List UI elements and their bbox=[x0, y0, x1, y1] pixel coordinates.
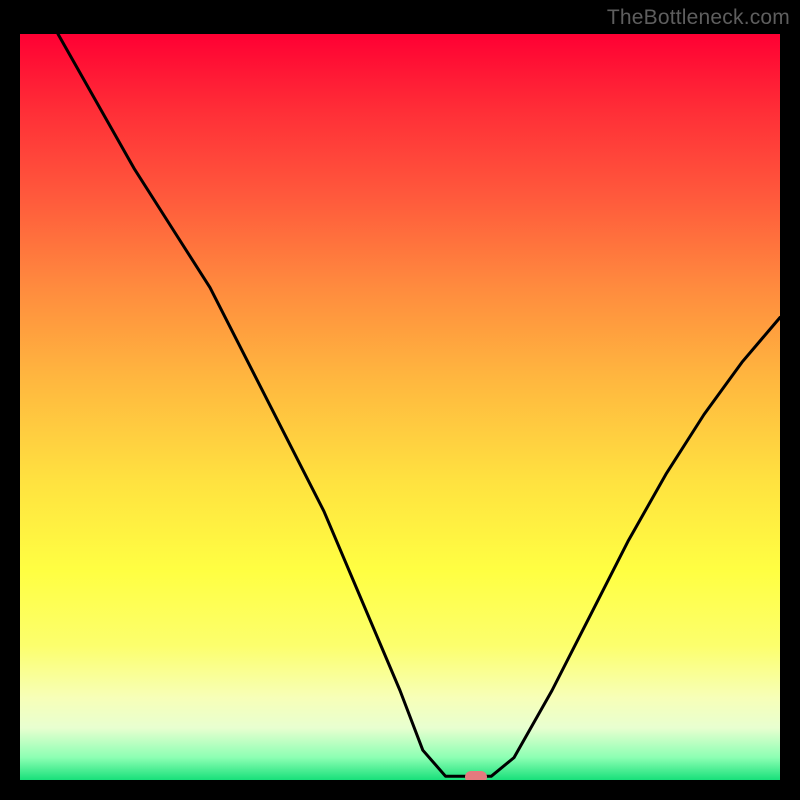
chart-frame: TheBottleneck.com bbox=[0, 0, 800, 800]
watermark-text: TheBottleneck.com bbox=[607, 6, 790, 30]
bottleneck-curve bbox=[20, 34, 780, 780]
plot-area bbox=[20, 34, 780, 780]
optimal-point-marker bbox=[465, 771, 487, 780]
